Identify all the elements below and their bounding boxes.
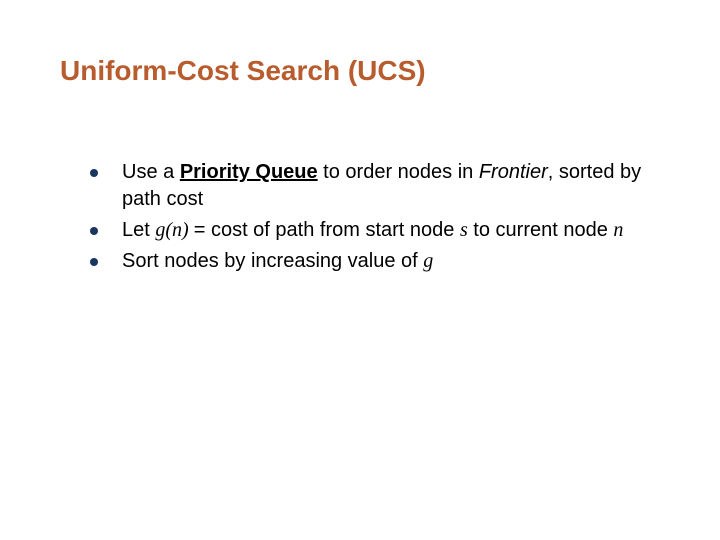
text-span: to current node xyxy=(468,219,614,241)
bullet-text: Use a Priority Queue to order nodes in F… xyxy=(122,159,660,213)
math-span: g xyxy=(423,250,433,272)
text-span: Use a xyxy=(122,161,180,183)
math-span: n xyxy=(613,219,623,241)
bold-underline-span: Priority Queue xyxy=(180,161,318,183)
italic-span: Frontier xyxy=(479,161,548,183)
text-span: to order nodes in xyxy=(318,161,479,183)
math-span: g xyxy=(155,219,165,241)
math-span: s xyxy=(460,219,468,241)
list-item: Let g(n) = cost of path from start node … xyxy=(90,217,660,244)
bullet-icon xyxy=(90,227,98,235)
slide-title: Uniform-Cost Search (UCS) xyxy=(60,55,660,87)
bullet-icon xyxy=(90,258,98,266)
text-span: = cost of path from start node xyxy=(194,219,460,241)
bullet-list: Use a Priority Queue to order nodes in F… xyxy=(60,159,660,275)
math-span: ) xyxy=(182,219,194,241)
text-span: Sort nodes by increasing value of xyxy=(122,250,423,272)
list-item: Sort nodes by increasing value of g xyxy=(90,248,660,275)
bullet-icon xyxy=(90,169,98,177)
math-span: n xyxy=(172,219,182,241)
bullet-text: Sort nodes by increasing value of g xyxy=(122,248,660,275)
list-item: Use a Priority Queue to order nodes in F… xyxy=(90,159,660,213)
bullet-text: Let g(n) = cost of path from start node … xyxy=(122,217,660,244)
text-span: Let xyxy=(122,219,155,241)
